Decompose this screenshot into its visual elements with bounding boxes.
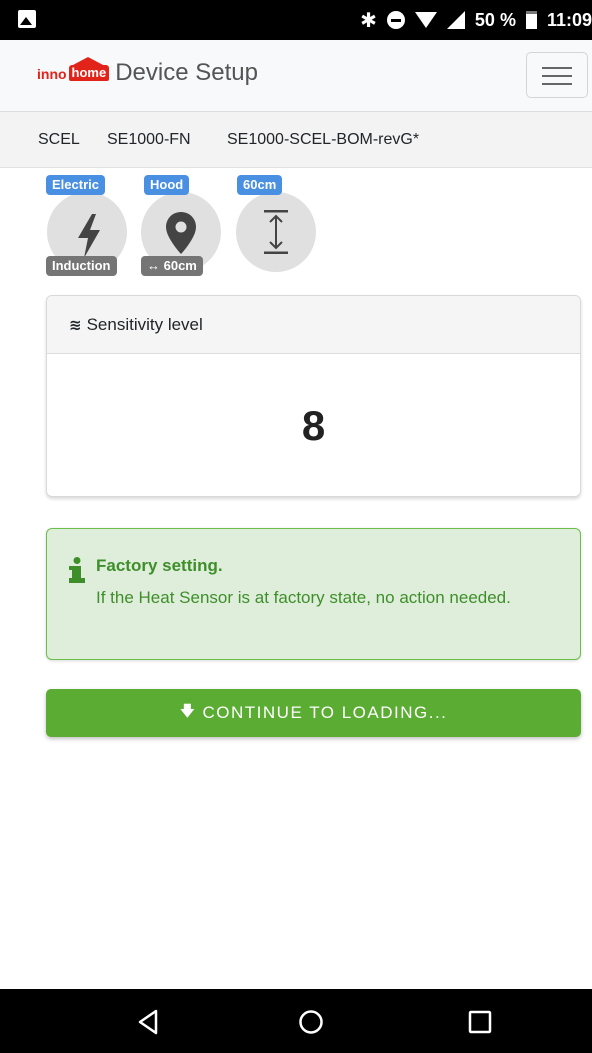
- gallery-icon: [18, 10, 36, 28]
- hamburger-menu-icon[interactable]: [526, 52, 588, 98]
- clock: 11:09: [546, 9, 592, 30]
- alert-text: If the Heat Sensor is at factory state, …: [96, 588, 511, 607]
- breadcrumb-item-bom: SE1000-SCEL-BOM-revG*: [227, 131, 420, 148]
- navbar: inno home Device Setup: [0, 40, 592, 112]
- wifi-icon: [414, 12, 437, 28]
- sensitivity-label: Sensitivity level: [86, 314, 203, 334]
- sensitivity-value: 8: [301, 402, 326, 449]
- map-marker-icon: [166, 212, 196, 254]
- location-badge: Hood: [144, 175, 190, 195]
- battery-icon: [525, 11, 537, 29]
- breadcrumb-item-model: SCEL: [38, 131, 80, 148]
- sensitivity-card-header: ≋ Sensitivity level: [47, 296, 580, 354]
- signal-icon: [446, 11, 465, 29]
- brand[interactable]: inno home Device Setup: [37, 57, 258, 87]
- height-badge: 60cm: [237, 175, 283, 195]
- breadcrumb: SCEL SE1000-FN SE1000-SCEL-BOM-revG*: [0, 112, 592, 168]
- info-icon: [69, 557, 85, 583]
- stove-type-badge: Induction: [46, 256, 117, 276]
- battery-percent: 50 %: [474, 9, 516, 30]
- lightning-bolt-icon: [78, 214, 100, 258]
- page-title: Device Setup: [115, 59, 258, 86]
- breadcrumb-item-device: SE1000-FN: [107, 131, 191, 148]
- android-navigation-bar: [0, 989, 592, 1053]
- status-bar: ✱ 50 % 11:09: [0, 0, 592, 40]
- logo-home-text: home: [68, 57, 110, 81]
- status-right: ✱ 50 % 11:09: [360, 6, 592, 34]
- signal-wave-icon: ≋: [69, 316, 82, 334]
- bluetooth-icon: ✱: [360, 9, 377, 32]
- arrow-down-icon: 🡇: [179, 702, 197, 720]
- alert-title: Factory setting.: [96, 556, 223, 575]
- factory-setting-alert: Factory setting. If the Heat Sensor is a…: [46, 528, 581, 660]
- height-indicator: [236, 192, 316, 272]
- recents-icon[interactable]: [468, 1010, 492, 1034]
- sensitivity-card: ≋ Sensitivity level 8: [46, 295, 581, 497]
- do-not-disturb-icon: [386, 11, 405, 29]
- continue-to-loading-button[interactable]: 🡇 CONTINUE TO LOADING...: [46, 689, 581, 737]
- energy-type-badge: Electric: [46, 175, 105, 195]
- vertical-distance-icon: [264, 210, 288, 254]
- innohome-logo: inno home: [37, 57, 110, 82]
- logo-inno-text: inno: [37, 66, 67, 82]
- width-badge: ↔ 60cm: [141, 256, 203, 276]
- back-icon[interactable]: [137, 1009, 159, 1035]
- continue-button-label: CONTINUE TO LOADING...: [202, 703, 448, 722]
- home-icon[interactable]: [298, 1009, 324, 1035]
